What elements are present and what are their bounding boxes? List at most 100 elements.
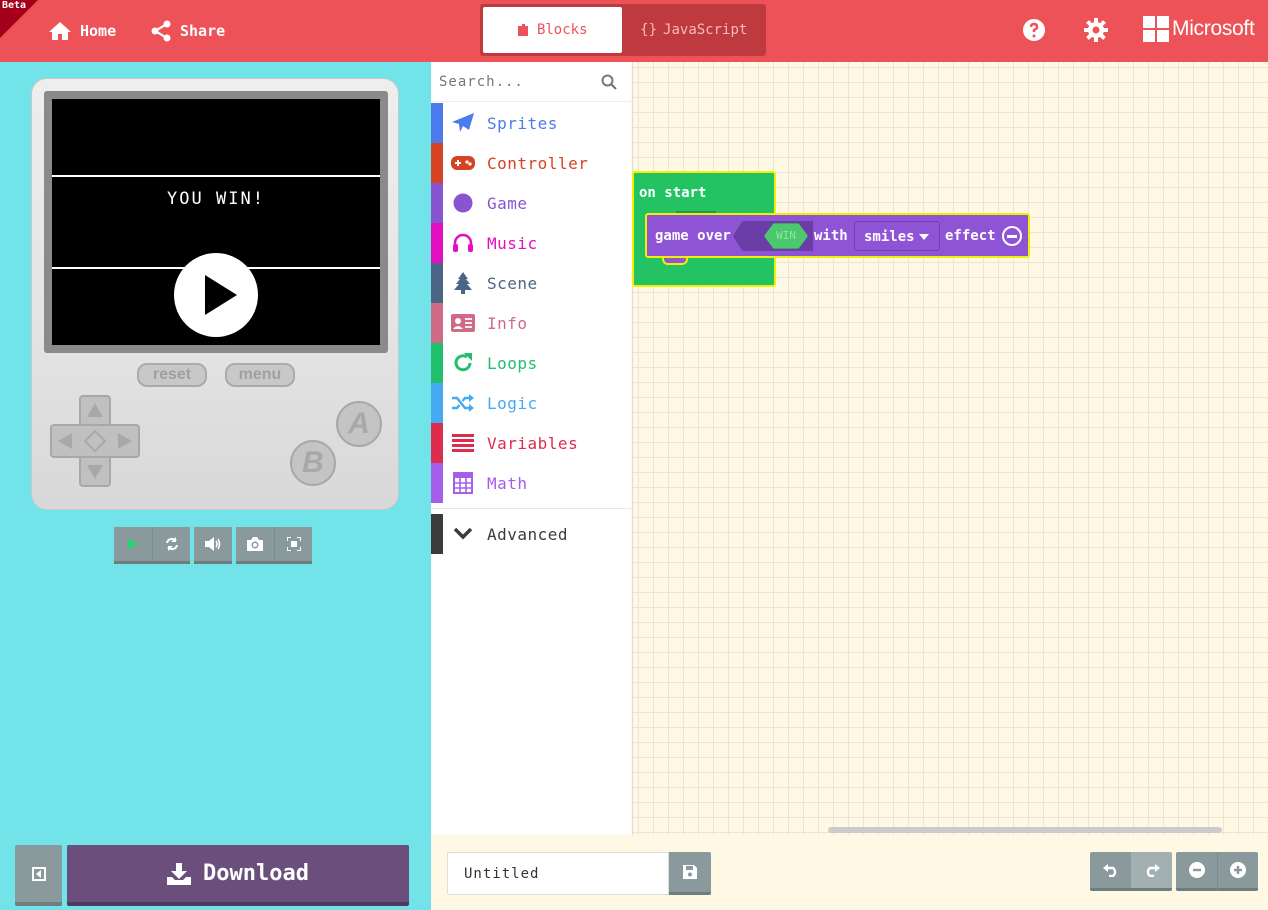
redo-button[interactable]: [1131, 852, 1172, 891]
category-variables[interactable]: Variables: [431, 423, 631, 463]
dpad-down-icon[interactable]: [87, 465, 103, 479]
save-button[interactable]: [669, 852, 711, 895]
effect-dropdown[interactable]: smiles: [854, 221, 940, 251]
share-button[interactable]: Share: [150, 18, 225, 44]
game-screen[interactable]: YOU WIN!: [52, 99, 380, 345]
category-label: Game: [487, 194, 528, 213]
fullscreen-icon: [286, 537, 301, 551]
download-button[interactable]: Download: [67, 845, 409, 906]
toolbox-search: [431, 62, 631, 102]
effect-label: effect: [945, 228, 996, 244]
search-input[interactable]: [439, 70, 589, 94]
screenshot-button[interactable]: [236, 527, 274, 564]
download-label: Download: [203, 861, 309, 886]
screen-line-top: [52, 175, 380, 177]
category-label: Math: [487, 474, 528, 493]
category-label: Music: [487, 234, 538, 253]
plus-circle-icon: [1230, 862, 1246, 878]
caret-down-icon: [919, 234, 929, 240]
category-game[interactable]: Game: [431, 183, 631, 223]
with-label: with: [814, 228, 848, 244]
minus-circle-icon: [1188, 862, 1205, 878]
dpad-left-icon[interactable]: [58, 433, 72, 449]
category-sprites[interactable]: Sprites: [431, 103, 631, 143]
share-label: Share: [180, 22, 226, 40]
dpad-right-icon[interactable]: [118, 433, 132, 449]
game-console: YOU WIN! reset menu A B: [31, 78, 399, 510]
volume-icon: [205, 537, 221, 551]
category-scene[interactable]: Scene: [431, 263, 631, 303]
home-button[interactable]: Home: [48, 18, 116, 44]
sim-toolbar-extra: [236, 527, 312, 564]
category-label: Info: [487, 314, 528, 333]
category-label: Loops: [487, 354, 538, 373]
undo-icon: [1102, 864, 1116, 877]
dpad[interactable]: [50, 395, 140, 487]
a-button[interactable]: A: [336, 401, 382, 447]
category-loops[interactable]: Loops: [431, 343, 631, 383]
headphones-icon: [451, 232, 475, 254]
sim-toolbar-run: [114, 527, 190, 564]
share-icon: [151, 20, 171, 42]
gear-icon[interactable]: [1084, 18, 1108, 42]
category-label: Sprites: [487, 114, 558, 133]
camera-icon: [247, 537, 263, 551]
circle-icon: [451, 192, 475, 214]
fullscreen-button[interactable]: [274, 527, 312, 564]
save-icon: [683, 865, 697, 879]
collapse-sim-button[interactable]: [15, 845, 62, 906]
tab-javascript[interactable]: {} JavaScript: [625, 7, 764, 53]
play-sim-button[interactable]: [114, 527, 152, 564]
game-over-label: game over: [655, 228, 731, 244]
home-icon: [49, 22, 71, 40]
tab-blocks[interactable]: Blocks: [483, 7, 622, 53]
block-notch-bottom: [662, 258, 688, 265]
tab-javascript-label: JavaScript: [663, 22, 748, 38]
b-button[interactable]: B: [290, 440, 336, 486]
microsoft-logo[interactable]: Microsoft: [1143, 16, 1255, 42]
refresh-icon: [165, 537, 178, 551]
on-start-label: on start: [639, 185, 707, 201]
search-icon[interactable]: [601, 74, 617, 90]
project-name-input[interactable]: [447, 852, 669, 895]
menu-button[interactable]: menu: [225, 363, 295, 387]
collapse-left-icon: [31, 866, 46, 881]
mute-button[interactable]: [194, 527, 232, 564]
category-controller[interactable]: Controller: [431, 143, 631, 183]
top-header: Beta Home Share Blocks {} JavaScript Mic…: [0, 0, 1268, 62]
refresh-icon: [451, 352, 475, 374]
paper-plane-icon: [451, 112, 475, 134]
tree-icon: [451, 272, 475, 294]
tab-blocks-label: Blocks: [536, 22, 588, 38]
category-label: Variables: [487, 434, 579, 453]
id-card-icon: [451, 312, 475, 334]
dpad-up-icon[interactable]: [87, 403, 103, 417]
horizontal-scrollbar[interactable]: [828, 827, 1222, 833]
gamepad-icon: [451, 152, 475, 174]
beta-label: Beta: [2, 0, 27, 11]
category-label: Advanced: [487, 525, 569, 544]
category-label: Logic: [487, 394, 538, 413]
game-over-block[interactable]: game over WIN with smiles effect: [645, 213, 1030, 258]
zoom-out-button[interactable]: [1176, 852, 1217, 891]
category-logic[interactable]: Logic: [431, 383, 631, 423]
restart-sim-button[interactable]: [152, 527, 190, 564]
undo-button[interactable]: [1090, 852, 1131, 891]
windows-logo-icon: [1143, 16, 1169, 42]
minus-circle-icon[interactable]: [1002, 226, 1022, 246]
category-math[interactable]: Math: [431, 463, 631, 503]
category-music[interactable]: Music: [431, 223, 631, 263]
brand-label: Microsoft: [1172, 17, 1255, 40]
braces-icon: {}: [640, 22, 658, 38]
help-icon[interactable]: [1022, 18, 1046, 42]
category-info[interactable]: Info: [431, 303, 631, 343]
screen-text: YOU WIN!: [167, 189, 265, 209]
category-advanced[interactable]: Advanced: [431, 514, 631, 554]
zoom-in-button[interactable]: [1217, 852, 1258, 891]
shuffle-icon: [451, 392, 475, 414]
screen-bezel: YOU WIN!: [44, 91, 388, 353]
simulator-panel: YOU WIN! reset menu A B Download: [0, 62, 431, 910]
sim-toolbar-sound: [194, 527, 232, 564]
play-icon[interactable]: [174, 253, 258, 337]
reset-button[interactable]: reset: [137, 363, 207, 387]
